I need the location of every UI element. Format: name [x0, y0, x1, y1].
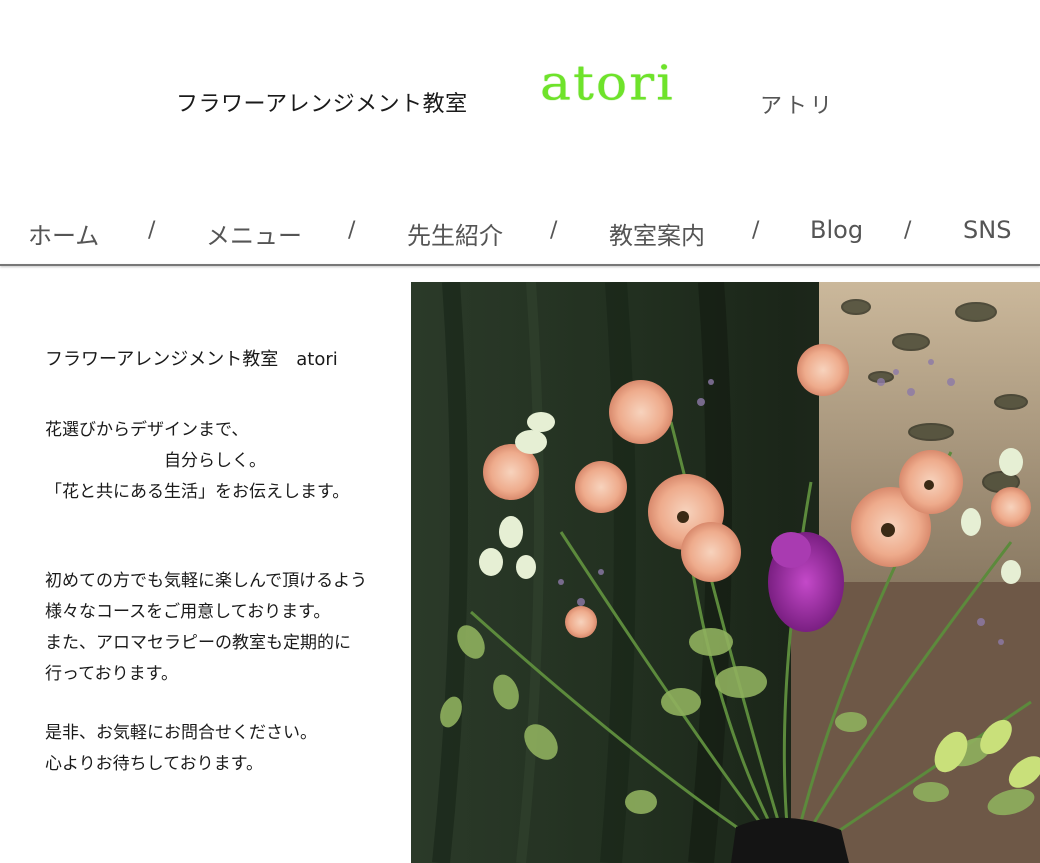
intro-line: 初めての方でも気軽に楽しんで頂けるよう — [45, 571, 368, 591]
nav-item-blog[interactable]: Blog — [810, 216, 863, 244]
logo-kana: アトリ — [760, 94, 836, 119]
nav-separator: / — [752, 218, 760, 243]
nav-item-sns[interactable]: SNS — [963, 216, 1011, 244]
intro-line: 是非、お気軽にお問合せください。 — [45, 723, 317, 743]
flower-arrangement-photo — [411, 282, 1040, 863]
intro-paragraph: 初めての方でも気軽に楽しんで頂けるよう 様々なコースをご用意しております。 また… — [45, 566, 395, 690]
intro-line: 自分らしく。 — [45, 451, 266, 471]
nav-separator: / — [904, 218, 912, 243]
intro-title: フラワーアレンジメント教室 atori — [45, 349, 338, 370]
nav-item-home[interactable]: ホーム — [28, 216, 99, 251]
intro-section: フラワーアレンジメント教室 atori 花選びからデザインまで、 自分らしく。 … — [45, 345, 395, 780]
intro-paragraph: 花選びからデザインまで、 自分らしく。 「花と共にある生活」をお伝えします。 — [45, 415, 395, 508]
nav-divider — [0, 264, 1040, 266]
site-logo[interactable]: atori — [540, 60, 675, 108]
main-nav: ホーム / メニュー / 先生紹介 / 教室案内 / Blog / SNS — [0, 196, 1040, 264]
intro-line: 様々なコースをご用意しております。 — [45, 602, 331, 622]
school-name: フラワーアレンジメント教室 — [176, 92, 468, 117]
site-header: フラワーアレンジメント教室 atori アトリ — [0, 0, 1040, 190]
intro-line: 「花と共にある生活」をお伝えします。 — [45, 482, 350, 502]
nav-separator: / — [348, 218, 356, 243]
nav-separator: / — [148, 218, 156, 243]
intro-line: 花選びからデザインまで、 — [45, 420, 249, 440]
nav-item-classroom[interactable]: 教室案内 — [609, 216, 705, 251]
intro-line: また、アロマセラピーの教室も定期的に — [45, 633, 351, 653]
nav-item-menu[interactable]: メニュー — [206, 216, 302, 251]
intro-line: 行っております。 — [45, 664, 178, 684]
nav-separator: / — [550, 218, 558, 243]
nav-item-teacher[interactable]: 先生紹介 — [407, 216, 503, 251]
intro-paragraph: 是非、お気軽にお問合せください。 心よりお待ちしております。 — [45, 718, 395, 780]
intro-line: 心よりお待ちしております。 — [45, 754, 263, 774]
